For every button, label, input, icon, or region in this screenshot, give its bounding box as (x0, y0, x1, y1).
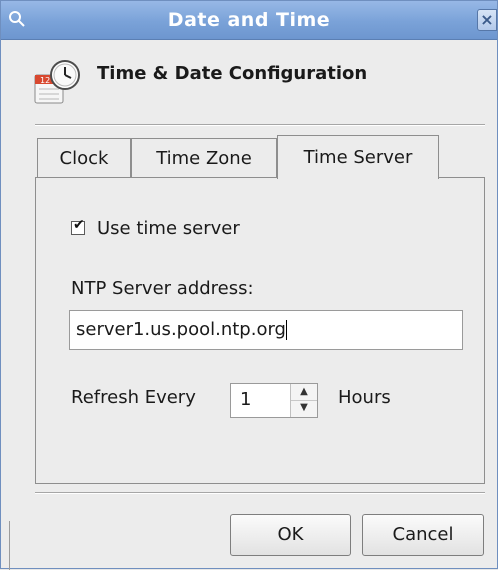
window-title: Date and Time (167, 9, 331, 31)
use-time-server-label: Use time server (97, 217, 240, 239)
tab-clock[interactable]: Clock (37, 138, 131, 178)
window-left-edge (9, 521, 10, 570)
tab-time-server[interactable]: Time Server (277, 135, 439, 179)
spin-up-arrow-icon[interactable]: ▲ (291, 384, 317, 401)
tab-time-zone-label: Time Zone (156, 148, 252, 169)
tab-time-zone[interactable]: Time Zone (131, 138, 277, 178)
refresh-unit-label: Hours (338, 387, 391, 408)
spin-down-arrow-icon[interactable]: ▼ (291, 400, 317, 416)
svg-text:12: 12 (40, 76, 50, 85)
ntp-server-label: NTP Server address: (71, 278, 254, 299)
tab-clock-label: Clock (59, 148, 109, 169)
use-time-server-checkbox[interactable]: ✔ (71, 217, 85, 235)
date-time-window: Date and Time × 12 Time & Date Configura… (0, 0, 498, 570)
title-bar[interactable]: Date and Time × (1, 1, 497, 40)
footer-divider (35, 492, 485, 494)
close-button[interactable]: × (477, 9, 497, 31)
spin-buttons: ▲ ▼ (290, 384, 317, 417)
refresh-interval-spinbox[interactable]: 1 ▲ ▼ (230, 383, 318, 418)
ntp-server-input[interactable]: server1.us.pool.ntp.org (69, 310, 463, 350)
tab-time-server-label: Time Server (303, 147, 413, 168)
calendar-clock-icon: 12 (34, 60, 80, 104)
cancel-button[interactable]: Cancel (362, 514, 484, 556)
close-icon: × (480, 10, 494, 29)
ntp-server-value: server1.us.pool.ntp.org (76, 319, 286, 340)
ok-button-label: OK (277, 524, 304, 545)
header-divider (35, 124, 485, 126)
checkmark-icon: ✔ (73, 217, 85, 233)
refresh-interval-value: 1 (240, 389, 252, 410)
refresh-every-label: Refresh Every (71, 387, 196, 408)
cancel-button-label: Cancel (392, 524, 454, 545)
use-time-server-row[interactable]: ✔ Use time server (71, 216, 240, 240)
header-title: Time & Date Configuration (97, 63, 368, 84)
dialog-header: 12 Time & Date Configuration (29, 51, 469, 111)
text-caret (285, 320, 287, 340)
ok-button[interactable]: OK (230, 514, 351, 556)
